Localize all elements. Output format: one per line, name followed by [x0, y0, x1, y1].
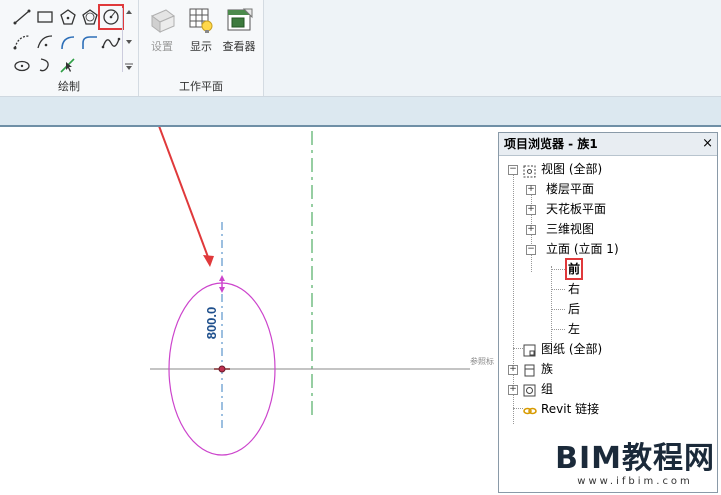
center-point — [218, 365, 226, 373]
groups-icon — [523, 382, 536, 397]
draw-gallery-scrollbar[interactable] — [122, 8, 135, 72]
draw-panel-label: 绘制 — [58, 80, 80, 93]
sheets-icon — [523, 342, 536, 357]
rectangle-tool-icon[interactable] — [35, 8, 55, 26]
tree-node-left[interactable]: 左 — [568, 321, 580, 337]
project-browser-title: 项目浏览器 - 族1 × — [499, 133, 717, 156]
grid-plane-icon — [148, 6, 176, 34]
line-tool-icon[interactable] — [12, 8, 32, 26]
tree-node-back[interactable]: 后 — [568, 301, 580, 317]
ribbon: 绘制 设置 显示 查看器 工作平面 — [0, 0, 721, 97]
families-icon — [523, 362, 536, 377]
set-workplane-button[interactable]: 设置 — [142, 6, 182, 62]
watermark: BIM教程网 www.ifbim.com — [555, 441, 715, 488]
inscribed-polygon-tool-icon[interactable] — [58, 8, 78, 26]
ellipse-tool-icon[interactable] — [12, 56, 32, 74]
expand-ceiling-plans-icon[interactable]: + — [526, 205, 536, 215]
tree-node-ceiling-plans[interactable]: 天花板平面 — [546, 201, 606, 217]
collapse-views-icon[interactable]: − — [508, 165, 518, 175]
tree-node-sheets[interactable]: 图纸 (全部) — [541, 341, 602, 357]
expand-groups-icon[interactable]: + — [508, 385, 518, 395]
canvas-graphics — [121, 26, 470, 456]
workplane-panel-label: 工作平面 — [179, 80, 223, 93]
viewer-button[interactable]: 查看器 — [219, 6, 259, 62]
close-icon[interactable]: × — [702, 133, 713, 155]
pick-lines-tool-icon[interactable] — [58, 56, 78, 74]
workplane-panel: 设置 显示 查看器 工作平面 — [139, 0, 264, 96]
show-plane-icon — [187, 6, 215, 34]
collapse-elevations-icon[interactable]: − — [526, 245, 536, 255]
partial-ellipse-tool-icon[interactable] — [35, 56, 55, 74]
tree-node-elevations[interactable]: 立面 (立面 1) — [546, 241, 619, 257]
expand-floor-plans-icon[interactable]: + — [526, 185, 536, 195]
watermark-url: www.ifbim.com — [577, 476, 693, 487]
viewer-icon — [225, 6, 253, 34]
tree-node-3d-views[interactable]: 三维视图 — [546, 221, 594, 237]
drawing-canvas[interactable]: 800.0 参照标 — [0, 26, 497, 491]
tree-node-front[interactable]: 前 — [564, 258, 584, 280]
tree-node-revit-links[interactable]: Revit 链接 — [541, 401, 599, 417]
circle-tool-icon[interactable] — [98, 4, 124, 30]
tree-node-right[interactable]: 右 — [568, 281, 580, 297]
circumscribed-polygon-tool-icon[interactable] — [80, 8, 100, 26]
fillet-arc-tool-icon[interactable] — [80, 33, 100, 51]
dimension-label[interactable]: 800.0 — [204, 303, 220, 343]
show-workplane-button[interactable]: 显示 — [181, 6, 221, 62]
watermark-title: BIM教程网 — [555, 441, 715, 476]
expand-3d-views-icon[interactable]: + — [526, 225, 536, 235]
options-bar — [0, 97, 721, 127]
tree-node-views[interactable]: 视图 (全部) — [541, 161, 602, 177]
reference-plane-label: 参照标 — [470, 357, 494, 366]
expand-families-icon[interactable]: + — [508, 365, 518, 375]
link-icon — [523, 402, 537, 415]
start-end-arc-tool-icon[interactable] — [12, 33, 32, 51]
center-end-arc-tool-icon[interactable] — [35, 33, 55, 51]
views-icon — [523, 163, 536, 178]
tree-node-floor-plans[interactable]: 楼层平面 — [546, 181, 594, 197]
project-browser: 项目浏览器 - 族1 × − 视图 (全部) + 楼层平面 + 天花板平面 + … — [498, 132, 718, 493]
annotation-arrow — [121, 26, 209, 258]
tree-node-families[interactable]: 族 — [541, 361, 553, 377]
draw-panel: 绘制 — [0, 0, 139, 96]
tangent-arc-tool-icon[interactable] — [58, 33, 78, 51]
tree-node-groups[interactable]: 组 — [541, 381, 553, 397]
spline-tool-icon[interactable] — [101, 33, 121, 51]
